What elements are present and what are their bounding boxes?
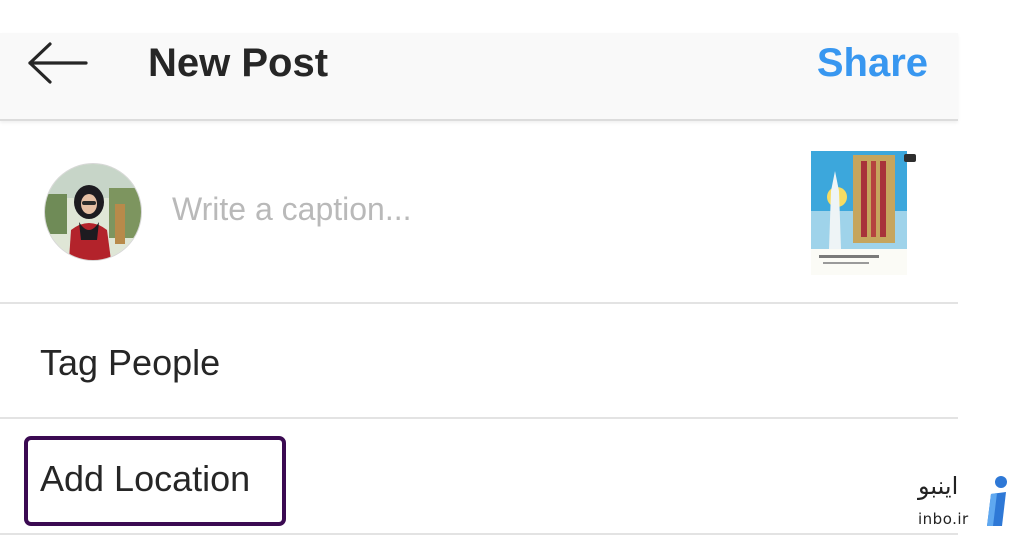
- caption-input[interactable]: [172, 185, 772, 233]
- add-location-row[interactable]: Add Location: [0, 419, 958, 535]
- avatar-photo: [45, 164, 141, 260]
- avatar[interactable]: [44, 163, 142, 261]
- add-location-label: Add Location: [40, 458, 251, 499]
- tag-people-row[interactable]: Tag People: [0, 303, 958, 419]
- tag-people-label: Tag People: [40, 342, 221, 383]
- back-button[interactable]: [26, 41, 88, 85]
- book-cover-image: [811, 151, 916, 275]
- watermark-domain-text: inbo.ir: [918, 510, 969, 528]
- top-bar: New Post Share: [0, 33, 958, 121]
- inbo-logo-icon: [987, 476, 1007, 526]
- watermark: اینبو inbo.ir: [912, 470, 1022, 530]
- arrow-left-icon: [28, 42, 88, 84]
- watermark-persian-text: اینبو: [918, 472, 959, 500]
- post-thumbnail: [811, 151, 917, 275]
- caption-row: [0, 121, 958, 304]
- share-button[interactable]: Share: [817, 39, 928, 87]
- new-post-screen: New Post Share Write a caption... Tag Pe…: [0, 0, 960, 546]
- page-title: New Post: [148, 41, 329, 85]
